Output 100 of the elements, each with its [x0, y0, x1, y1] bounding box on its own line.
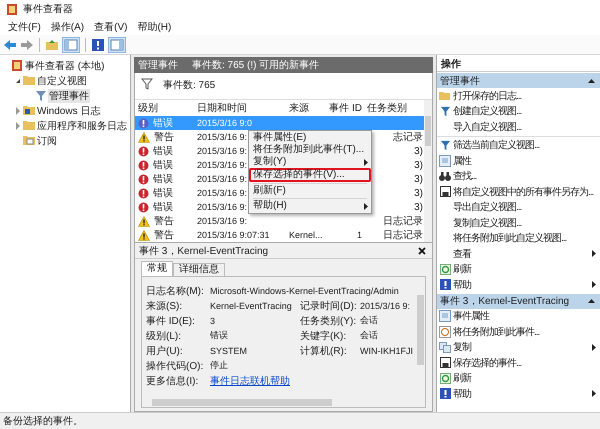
- column-header[interactable]: 日期和时间: [197, 100, 289, 115]
- back-icon[interactable]: [3, 38, 17, 50]
- action-item[interactable]: 创建自定义视图...: [453, 104, 596, 118]
- action-item[interactable]: 打开保存的日志...: [453, 88, 596, 103]
- collapse-icon[interactable]: [588, 78, 595, 82]
- tree-item[interactable]: 订阅: [36, 134, 58, 148]
- menu-item[interactable]: 帮助(H): [132, 20, 176, 34]
- menu-item[interactable]: 操作(A): [46, 20, 90, 34]
- help-icon[interactable]: [91, 38, 105, 52]
- window-title: 事件查看器: [23, 2, 73, 16]
- action-item[interactable]: 将任务附加到此事件...: [453, 324, 596, 339]
- field-value: 错误: [210, 329, 229, 342]
- status-text: 备份选择的事件。: [3, 414, 83, 428]
- table-cell-text: 错误: [152, 145, 174, 158]
- log-icon: [23, 105, 35, 116]
- table-cell-text: 错误: [152, 173, 174, 186]
- action-item[interactable]: 复制自定义视图...: [453, 216, 596, 230]
- action-item[interactable]: 筛选当前自定义视图...: [453, 138, 596, 152]
- save-icon: [440, 357, 450, 368]
- action-item[interactable]: 复制: [453, 340, 592, 354]
- table-cell: 3): [414, 160, 423, 170]
- table-cell-text: 警告: [153, 130, 175, 144]
- filter-icon: [141, 78, 153, 90]
- action-item[interactable]: 刷新: [453, 371, 596, 386]
- table-cell-text: 错误: [152, 159, 174, 172]
- forward-icon[interactable]: [20, 38, 34, 50]
- scrollbar[interactable]: [424, 100, 432, 242]
- menu-item[interactable]: 查看(V): [89, 20, 132, 34]
- menu-item[interactable]: 文件(F): [3, 20, 46, 34]
- field-value: 会话: [360, 329, 378, 342]
- pane-title: 操作: [437, 57, 600, 72]
- table-cell-text: 日志记录: [383, 228, 423, 242]
- column-header[interactable]: 级别: [135, 100, 197, 115]
- table-cell: 2015/3/16 9:07:31: [197, 230, 270, 240]
- menu-item[interactable]: 保存选择的事件(V)...: [249, 168, 371, 182]
- panel-icon[interactable]: [108, 36, 126, 52]
- column-header[interactable]: 事件 ID: [329, 100, 365, 115]
- table-cell: 3): [414, 202, 423, 212]
- action-item[interactable]: 将自定义视图中的所有事件另存为...: [453, 184, 596, 199]
- panel-icon[interactable]: [62, 36, 80, 52]
- collapse-icon[interactable]: [588, 299, 595, 303]
- column-header[interactable]: 来源: [289, 100, 329, 115]
- action-item[interactable]: 事件属性: [453, 309, 596, 324]
- action-item[interactable]: 将任务附加到此自定义视图...: [453, 231, 596, 246]
- folder-icon: [439, 90, 451, 101]
- refresh-icon: [440, 264, 450, 275]
- folder-icon: [23, 75, 35, 86]
- field-label: 日志名称(M):: [146, 284, 205, 298]
- section-title: 事件 3，Kernel-EventTracing: [440, 294, 570, 308]
- field-label: 操作代码(O):: [146, 360, 204, 372]
- refresh-icon: [440, 372, 450, 384]
- filter-icon: [440, 140, 450, 151]
- field-value: Microsoft-Windows-Kernel-EventTracing/Admin: [210, 286, 399, 296]
- table-cell: Kernel...: [289, 230, 323, 240]
- action-item[interactable]: 属性: [453, 154, 596, 168]
- table-cell: 3): [414, 174, 423, 184]
- tab[interactable]: 详细信息: [173, 263, 225, 276]
- section-header[interactable]: 事件 3，Kernel-EventTracing: [437, 294, 600, 308]
- tab[interactable]: 常规: [141, 261, 173, 276]
- action-item[interactable]: 刷新: [453, 262, 596, 276]
- action-item[interactable]: 帮助: [453, 386, 592, 401]
- folder-up-icon[interactable]: [45, 38, 59, 50]
- action-item[interactable]: 帮助: [453, 278, 592, 292]
- menu-item[interactable]: 刷新(F): [249, 185, 371, 197]
- filter-icon: [35, 90, 47, 102]
- field-value: WIN-IKH1FJI: [360, 346, 413, 356]
- help-link[interactable]: 事件日志联机帮助: [210, 374, 300, 388]
- tree-item[interactable]: 管理事件: [48, 88, 90, 102]
- table-cell: 2015/3/16 9:: [197, 132, 248, 142]
- event-count-info: 事件数: 765 (!) 可用的新事件: [192, 58, 320, 72]
- action-item[interactable]: 查看: [453, 246, 592, 261]
- field-value: 2015/3/16 9:: [360, 300, 410, 310]
- table-cell: 2015/3/16 9:0: [197, 118, 252, 128]
- tree-item[interactable]: 应用程序和服务日志: [36, 118, 128, 132]
- tree-item[interactable]: 事件查看器 (本地): [24, 58, 106, 72]
- column-header[interactable]: 任务类别: [365, 100, 424, 115]
- section-header[interactable]: 管理事件: [437, 73, 600, 88]
- action-item[interactable]: 导入自定义视图...: [453, 120, 596, 134]
- action-item[interactable]: 导出自定义视图...: [453, 200, 596, 214]
- field-label: 事件 ID(E):: [146, 314, 196, 328]
- action-item[interactable]: 保存选择的事件...: [453, 356, 596, 370]
- menu-item[interactable]: 将任务附加到此事件(T)...: [249, 144, 371, 156]
- tree-item[interactable]: 自定义视图: [36, 74, 88, 88]
- menu-item[interactable]: 帮助(H): [249, 200, 371, 212]
- field-label: 任务类别(Y):: [300, 314, 358, 328]
- tree-item[interactable]: Windows 日志: [36, 104, 102, 118]
- field-value: 停止: [210, 359, 228, 372]
- menu-item[interactable]: 事件属性(E): [249, 132, 371, 144]
- menu-item[interactable]: 复制(Y): [249, 156, 371, 168]
- section-title: 管理事件: [440, 74, 480, 88]
- action-item[interactable]: 查找...: [453, 169, 596, 184]
- close-icon[interactable]: [418, 246, 426, 254]
- table-cell: 2015/3/16 9:: [197, 202, 248, 212]
- table-cell: 3): [414, 188, 423, 198]
- filter-icon: [440, 106, 450, 117]
- table-cell-text: 志记录: [393, 130, 423, 144]
- properties-icon: [439, 310, 451, 322]
- table-cell-text: 错误: [152, 117, 174, 130]
- field-value: SYSTEM: [210, 346, 248, 356]
- copy-icon: [439, 342, 451, 353]
